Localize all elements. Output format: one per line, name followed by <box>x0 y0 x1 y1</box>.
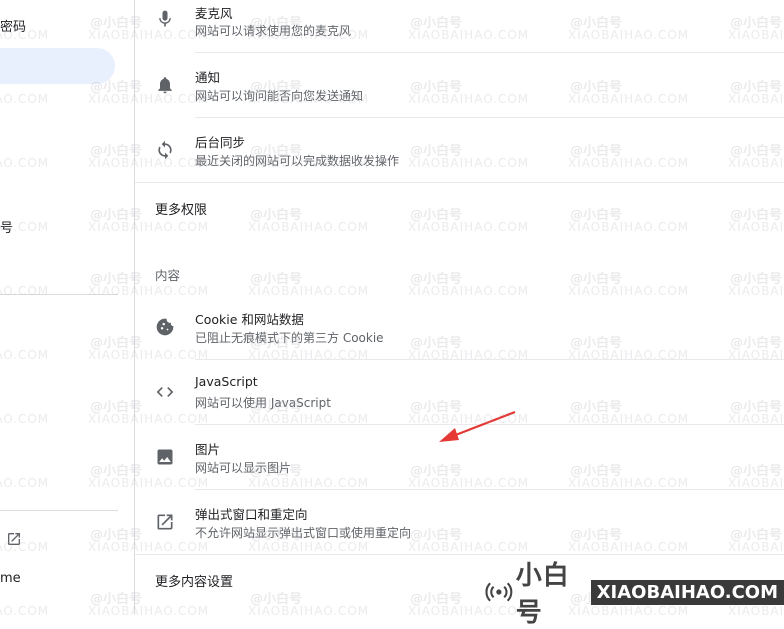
content-row-popups[interactable]: 弹出式窗口和重定向 不允许网站显示弹出式窗口或使用重定向 <box>135 490 784 554</box>
sidebar-item-privacy-active[interactable] <box>0 48 115 84</box>
brand-name-cn: 小白号 <box>515 561 570 628</box>
permission-description: 最近关闭的网站可以完成数据收发操作 <box>195 154 400 168</box>
sidebar-item-partial[interactable]: 号 <box>0 217 13 236</box>
content-setting-description: 已阻止无痕模式下的第三方 Cookie <box>195 331 384 345</box>
settings-sidebar: 密码 号 me <box>0 0 134 615</box>
content-setting-title: 弹出式窗口和重定向 <box>195 507 308 522</box>
sidebar-item-label: me <box>0 571 21 586</box>
sidebar-item-label: 密码 <box>0 20 27 35</box>
row-divider <box>135 182 784 183</box>
image-icon <box>157 449 173 465</box>
brand-name-en: XIAOBAIHAO.COM <box>590 579 784 605</box>
open-in-new-icon <box>157 514 173 530</box>
more-permissions-toggle[interactable]: 更多权限 <box>155 199 207 218</box>
open-in-new-icon[interactable] <box>6 531 22 547</box>
annotation-arrow-icon <box>439 410 516 442</box>
sidebar-divider <box>0 294 118 295</box>
permission-title: 通知 <box>195 70 221 85</box>
permission-row-background-sync[interactable]: 后台同步 最近关闭的网站可以完成数据收发操作 <box>135 118 784 182</box>
content-setting-description: 不允许网站显示弹出式窗口或使用重定向 <box>195 526 412 540</box>
content-section-heading: 内容 <box>155 268 181 283</box>
sidebar-divider <box>0 510 118 511</box>
code-icon <box>156 387 174 397</box>
content-setting-title: Cookie 和网站数据 <box>195 312 304 327</box>
permission-title: 后台同步 <box>195 135 246 150</box>
permission-description: 网站可以询问能否向您发送通知 <box>195 89 364 103</box>
sidebar-item-label: 号 <box>0 221 14 236</box>
permission-description: 网站可以请求使用您的麦克风 <box>195 24 352 38</box>
sync-icon <box>158 140 172 160</box>
microphone-icon <box>159 10 171 27</box>
content-setting-description: 网站可以使用 JavaScript <box>195 396 331 410</box>
content-setting-title: 图片 <box>195 442 221 457</box>
row-divider <box>135 554 784 555</box>
cookie-icon <box>156 318 174 336</box>
content-row-cookies[interactable]: Cookie 和网站数据 已阻止无痕模式下的第三方 Cookie <box>135 295 784 359</box>
sidebar-item-about[interactable]: me <box>0 571 21 586</box>
bell-icon <box>158 77 172 94</box>
site-settings-panel: 麦克风 网站可以请求使用您的麦克风 通知 网站可以询问能否向您发送通知 后台同步… <box>135 0 784 615</box>
content-setting-description: 网站可以显示图片 <box>195 461 292 475</box>
permission-row-notifications[interactable]: 通知 网站可以询问能否向您发送通知 <box>135 53 784 117</box>
permission-title: 麦克风 <box>195 6 233 21</box>
content-setting-title: JavaScript <box>195 374 258 389</box>
brand-watermark: 小白号 XIAOBAIHAO.COM <box>484 561 784 628</box>
broadcast-icon <box>485 582 513 602</box>
more-content-settings-toggle[interactable]: 更多内容设置 <box>155 571 233 590</box>
permission-row-microphone[interactable]: 麦克风 网站可以请求使用您的麦克风 <box>135 0 784 52</box>
sidebar-item-passwords[interactable]: 密码 <box>0 16 26 35</box>
